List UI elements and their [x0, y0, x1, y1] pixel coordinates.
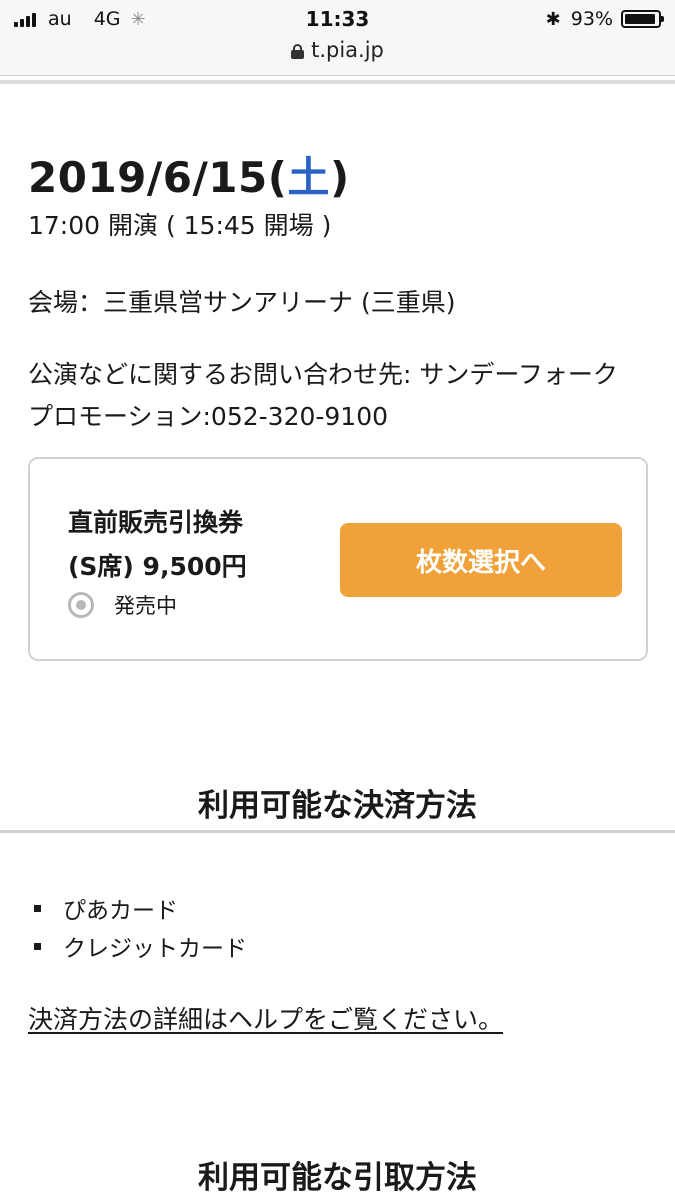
sale-status: 発売中	[68, 590, 177, 620]
ticket-name: 直前販売引換券	[68, 508, 244, 537]
event-venue: 会場：三重県営サンアリーナ (三重県)	[28, 288, 456, 317]
on-sale-circle-icon	[68, 592, 94, 618]
payment-help-link[interactable]: 決済方法の詳細はヘルプをご覧ください。	[28, 1000, 503, 1036]
battery-percent: 93%	[570, 8, 613, 30]
event-date: 2019/6/15(土)	[28, 144, 350, 205]
event-contact: 公演などに関するお問い合わせ先: サンデーフォークプロモーション:052-320…	[28, 360, 618, 431]
event-time: 17:00 開演 ( 15:45 開場 )	[28, 211, 332, 240]
list-item: クレジットカード	[34, 927, 247, 965]
lock-icon	[291, 43, 305, 59]
url-text: t.pia.jp	[311, 38, 384, 62]
event-day-of-week: 土	[287, 153, 330, 202]
pickup-heading: 利用可能な引取方法	[198, 1160, 477, 1196]
payment-method-label: ぴあカード	[63, 898, 178, 924]
battery-icon	[621, 10, 664, 28]
bullet-icon	[34, 904, 41, 912]
select-quantity-button[interactable]: 枚数選択へ	[340, 523, 622, 597]
sale-status-label: 発売中	[114, 594, 177, 618]
event-date-close: )	[329, 153, 350, 202]
url-bar[interactable]: t.pia.jp	[0, 36, 675, 64]
payment-method-label: クレジットカード	[63, 936, 247, 962]
top-divider	[0, 80, 675, 84]
status-right: ✱ 93%	[545, 6, 664, 32]
browser-top-bar: au 4G ✳ 11:33 ✱ 93% t.pia.jp	[0, 0, 675, 76]
event-date-main: 2019/6/15(	[28, 153, 288, 202]
payment-method-list: ぴあカード クレジットカード	[34, 889, 247, 965]
bluetooth-icon: ✱	[545, 8, 561, 30]
ticket-card: 直前販売引換券 (S席) 9,500円 発売中 枚数選択へ	[28, 457, 648, 661]
payment-heading: 利用可能な決済方法	[198, 788, 477, 824]
payment-heading-rule	[0, 830, 675, 833]
bullet-icon	[34, 942, 41, 950]
ticket-price: (S席) 9,500円	[68, 552, 247, 581]
list-item: ぴあカード	[34, 889, 247, 927]
